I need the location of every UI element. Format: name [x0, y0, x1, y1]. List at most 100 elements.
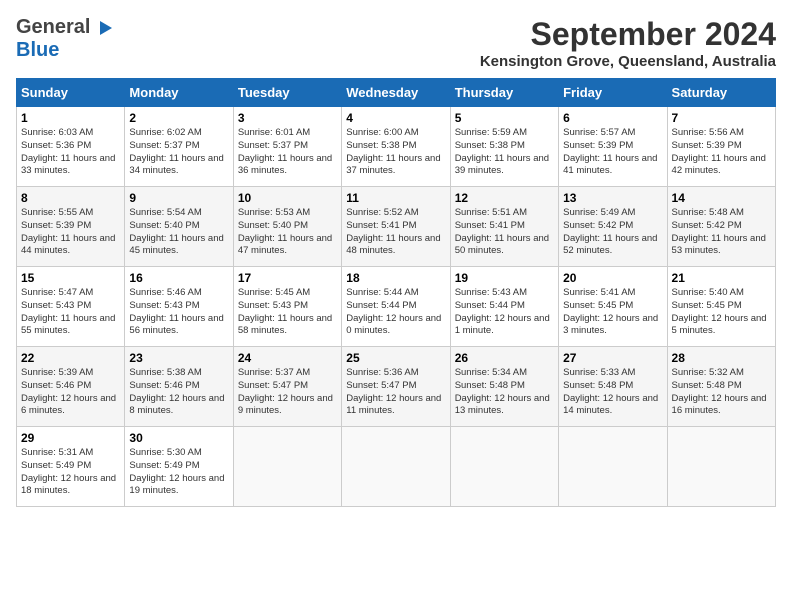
day-number: 2: [129, 111, 228, 125]
cell-info: Sunrise: 5:56 AMSunset: 5:39 PMDaylight:…: [672, 127, 766, 176]
calendar-table: Sunday Monday Tuesday Wednesday Thursday…: [16, 78, 776, 507]
day-number: 24: [238, 351, 337, 365]
calendar-cell: 18Sunrise: 5:44 AMSunset: 5:44 PMDayligh…: [342, 267, 450, 347]
day-number: 7: [672, 111, 771, 125]
day-number: 16: [129, 271, 228, 285]
day-number: 6: [563, 111, 662, 125]
calendar-cell: [233, 427, 341, 507]
cell-info: Sunrise: 5:48 AMSunset: 5:42 PMDaylight:…: [672, 207, 766, 256]
calendar-cell: 30 Sunrise: 5:30 AMSunset: 5:49 PMDayligh…: [125, 427, 233, 507]
day-number: 14: [672, 191, 771, 205]
cell-info: Sunrise: 5:33 AMSunset: 5:48 PMDaylight:…: [563, 367, 658, 416]
day-number: 26: [455, 351, 554, 365]
calendar-cell: 29Sunrise: 5:31 AMSunset: 5:49 PMDayligh…: [17, 427, 125, 507]
calendar-cell: 24 Sunrise: 5:37 AMSunset: 5:47 PMDayligh…: [233, 347, 341, 427]
calendar-cell: 16 Sunrise: 5:46 AMSunset: 5:43 PMDayligh…: [125, 267, 233, 347]
day-number: 1: [21, 111, 120, 125]
cell-info: Sunrise: 5:43 AMSunset: 5:44 PMDaylight:…: [455, 287, 550, 336]
logo-triangle-icon: [92, 17, 114, 39]
calendar-cell: [450, 427, 558, 507]
day-number: 12: [455, 191, 554, 205]
col-saturday: Saturday: [667, 79, 775, 107]
cell-info: Sunrise: 5:47 AMSunset: 5:43 PMDaylight:…: [21, 287, 115, 336]
calendar-cell: 3 Sunrise: 6:01 AMSunset: 5:37 PMDaylight…: [233, 107, 341, 187]
title-block: September 2024 Kensington Grove, Queensl…: [480, 16, 776, 70]
day-number: 30: [129, 431, 228, 445]
day-number: 22: [21, 351, 120, 365]
cell-info: Sunrise: 6:01 AMSunset: 5:37 PMDaylight:…: [238, 127, 332, 176]
cell-info: Sunrise: 5:39 AMSunset: 5:46 PMDaylight:…: [21, 367, 116, 416]
col-sunday: Sunday: [17, 79, 125, 107]
calendar-cell: 8 Sunrise: 5:55 AMSunset: 5:39 PMDaylight…: [17, 187, 125, 267]
calendar-cell: 2 Sunrise: 6:02 AMSunset: 5:37 PMDaylight…: [125, 107, 233, 187]
calendar-cell: 11Sunrise: 5:52 AMSunset: 5:41 PMDayligh…: [342, 187, 450, 267]
calendar-cell: 22 Sunrise: 5:39 AMSunset: 5:46 PMDayligh…: [17, 347, 125, 427]
cell-info: Sunrise: 5:54 AMSunset: 5:40 PMDaylight:…: [129, 207, 223, 256]
cell-info: Sunrise: 5:41 AMSunset: 5:45 PMDaylight:…: [563, 287, 658, 336]
calendar-week-3: 15 Sunrise: 5:47 AMSunset: 5:43 PMDayligh…: [17, 267, 776, 347]
calendar-cell: 28 Sunrise: 5:32 AMSunset: 5:48 PMDayligh…: [667, 347, 775, 427]
month-title: September 2024: [480, 16, 776, 53]
day-number: 8: [21, 191, 120, 205]
cell-info: Sunrise: 5:37 AMSunset: 5:47 PMDaylight:…: [238, 367, 333, 416]
day-number: 23: [129, 351, 228, 365]
calendar-cell: [559, 427, 667, 507]
cell-info: Sunrise: 6:00 AMSunset: 5:38 PMDaylight:…: [346, 127, 440, 176]
calendar-cell: 4Sunrise: 6:00 AMSunset: 5:38 PMDaylight…: [342, 107, 450, 187]
calendar-cell: [667, 427, 775, 507]
page-header: General Blue September 2024 Kensington G…: [16, 16, 776, 70]
col-tuesday: Tuesday: [233, 79, 341, 107]
cell-info: Sunrise: 5:51 AMSunset: 5:41 PMDaylight:…: [455, 207, 549, 256]
cell-info: Sunrise: 5:36 AMSunset: 5:47 PMDaylight:…: [346, 367, 441, 416]
calendar-cell: 15 Sunrise: 5:47 AMSunset: 5:43 PMDayligh…: [17, 267, 125, 347]
col-thursday: Thursday: [450, 79, 558, 107]
day-number: 9: [129, 191, 228, 205]
day-number: 13: [563, 191, 662, 205]
day-number: 21: [672, 271, 771, 285]
cell-info: Sunrise: 5:49 AMSunset: 5:42 PMDaylight:…: [563, 207, 657, 256]
cell-info: Sunrise: 5:40 AMSunset: 5:45 PMDaylight:…: [672, 287, 767, 336]
calendar-cell: 19 Sunrise: 5:43 AMSunset: 5:44 PMDayligh…: [450, 267, 558, 347]
header-row: Sunday Monday Tuesday Wednesday Thursday…: [17, 79, 776, 107]
location-title: Kensington Grove, Queensland, Australia: [480, 53, 776, 70]
day-number: 27: [563, 351, 662, 365]
day-number: 10: [238, 191, 337, 205]
cell-info: Sunrise: 5:46 AMSunset: 5:43 PMDaylight:…: [129, 287, 223, 336]
calendar-cell: 1 Sunrise: 6:03 AMSunset: 5:36 PMDaylight…: [17, 107, 125, 187]
calendar-cell: 17Sunrise: 5:45 AMSunset: 5:43 PMDayligh…: [233, 267, 341, 347]
cell-info: Sunrise: 5:32 AMSunset: 5:48 PMDaylight:…: [672, 367, 767, 416]
col-friday: Friday: [559, 79, 667, 107]
calendar-cell: 27 Sunrise: 5:33 AMSunset: 5:48 PMDayligh…: [559, 347, 667, 427]
day-number: 3: [238, 111, 337, 125]
calendar-cell: 23 Sunrise: 5:38 AMSunset: 5:46 PMDayligh…: [125, 347, 233, 427]
cell-info: Sunrise: 5:55 AMSunset: 5:39 PMDaylight:…: [21, 207, 115, 256]
cell-info: Sunrise: 6:02 AMSunset: 5:37 PMDaylight:…: [129, 127, 223, 176]
calendar-cell: 26 Sunrise: 5:34 AMSunset: 5:48 PMDayligh…: [450, 347, 558, 427]
calendar-week-4: 22 Sunrise: 5:39 AMSunset: 5:46 PMDayligh…: [17, 347, 776, 427]
cell-info: Sunrise: 5:44 AMSunset: 5:44 PMDaylight:…: [346, 287, 441, 336]
col-monday: Monday: [125, 79, 233, 107]
calendar-cell: 7 Sunrise: 5:56 AMSunset: 5:39 PMDaylight…: [667, 107, 775, 187]
calendar-week-1: 1 Sunrise: 6:03 AMSunset: 5:36 PMDaylight…: [17, 107, 776, 187]
logo-general: General: [16, 16, 90, 39]
cell-info: Sunrise: 5:30 AMSunset: 5:49 PMDaylight:…: [129, 447, 224, 496]
day-number: 29: [21, 431, 120, 445]
calendar-cell: 21 Sunrise: 5:40 AMSunset: 5:45 PMDayligh…: [667, 267, 775, 347]
cell-info: Sunrise: 5:34 AMSunset: 5:48 PMDaylight:…: [455, 367, 550, 416]
day-number: 19: [455, 271, 554, 285]
cell-info: Sunrise: 5:38 AMSunset: 5:46 PMDaylight:…: [129, 367, 224, 416]
calendar-cell: 5Sunrise: 5:59 AMSunset: 5:38 PMDaylight…: [450, 107, 558, 187]
day-number: 28: [672, 351, 771, 365]
day-number: 20: [563, 271, 662, 285]
day-number: 15: [21, 271, 120, 285]
calendar-cell: 13 Sunrise: 5:49 AMSunset: 5:42 PMDayligh…: [559, 187, 667, 267]
cell-info: Sunrise: 5:52 AMSunset: 5:41 PMDaylight:…: [346, 207, 440, 256]
calendar-week-5: 29Sunrise: 5:31 AMSunset: 5:49 PMDayligh…: [17, 427, 776, 507]
cell-info: Sunrise: 6:03 AMSunset: 5:36 PMDaylight:…: [21, 127, 115, 176]
col-wednesday: Wednesday: [342, 79, 450, 107]
day-number: 5: [455, 111, 554, 125]
cell-info: Sunrise: 5:45 AMSunset: 5:43 PMDaylight:…: [238, 287, 332, 336]
calendar-week-2: 8 Sunrise: 5:55 AMSunset: 5:39 PMDaylight…: [17, 187, 776, 267]
logo: General Blue: [16, 16, 114, 62]
calendar-cell: 10Sunrise: 5:53 AMSunset: 5:40 PMDayligh…: [233, 187, 341, 267]
